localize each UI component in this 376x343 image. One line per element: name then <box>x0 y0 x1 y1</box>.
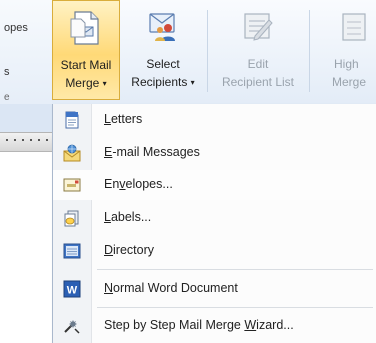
start-mail-merge-icon <box>70 11 99 45</box>
wizard-icon <box>64 320 80 334</box>
document-page <box>0 152 56 343</box>
email-icon <box>63 144 81 162</box>
menu-item-label: Step by Step Mail Merge Wizard... <box>104 318 294 332</box>
select-recipients-label-2: Recipients ▾ <box>131 75 195 89</box>
highlight-merge-fields-icon <box>342 13 366 41</box>
envelope-icon <box>63 178 81 192</box>
start-mail-merge-menu: Letters E-mail Messages Envelopes... Lab… <box>52 104 376 343</box>
menu-separator <box>97 307 373 308</box>
labels-fragment-label[interactable]: s <box>4 66 10 78</box>
menu-item-label: E-mail Messages <box>104 145 200 159</box>
letter-document-icon <box>65 111 79 129</box>
edit-recipient-list-label-1: Edit <box>247 57 269 71</box>
select-recipients-label-1: Select <box>146 57 180 71</box>
menu-item-letters[interactable]: Letters <box>53 105 376 135</box>
menu-item-label: Directory <box>104 243 155 257</box>
menu-item-normal-word-document[interactable]: W Normal Word Document <box>53 274 376 304</box>
start-mail-merge-label-2: Merge ▾ <box>65 76 107 90</box>
menu-item-label: Envelopes... <box>104 177 173 191</box>
highlight-merge-fields-button[interactable]: High Merge <box>314 0 376 100</box>
edit-recipient-list-icon <box>244 13 273 41</box>
chevron-down-icon: ▾ <box>102 79 107 88</box>
left-ribbon-fragment: opes s e <box>0 0 53 104</box>
group-fragment-label: e <box>4 92 10 103</box>
highlight-merge-fields-label-2: Merge <box>332 75 367 89</box>
ribbon-separator <box>207 10 208 92</box>
menu-item-label: Letters <box>104 112 143 126</box>
menu-item-email-messages[interactable]: E-mail Messages <box>53 138 376 168</box>
menu-item-mail-merge-wizard[interactable]: Step by Step Mail Merge Wizard... <box>53 311 376 341</box>
menu-item-labels[interactable]: Labels... <box>53 203 376 233</box>
highlight-merge-fields-label-1: High <box>334 57 359 71</box>
directory-icon <box>63 243 81 259</box>
menu-item-label: Labels... <box>104 210 152 224</box>
menu-separator <box>97 269 373 270</box>
svg-text:W: W <box>67 285 78 297</box>
menu-item-label: Normal Word Document <box>104 281 238 295</box>
edit-recipient-list-label-2: Recipient List <box>221 75 295 89</box>
ruler <box>0 132 56 152</box>
envelopes-fragment-label[interactable]: opes <box>4 22 28 34</box>
labels-icon <box>64 210 79 227</box>
menu-item-envelopes[interactable]: Envelopes... <box>53 170 376 200</box>
select-recipients-button[interactable]: Select Recipients ▾ <box>122 0 204 100</box>
ribbon-separator <box>309 10 310 92</box>
start-mail-merge-label-1: Start Mail <box>60 58 112 72</box>
menu-item-directory[interactable]: Directory <box>53 236 376 266</box>
select-recipients-icon <box>149 13 175 41</box>
word-document-icon: W <box>63 280 81 298</box>
edit-recipient-list-button[interactable]: Edit Recipient List <box>210 0 306 100</box>
mailings-ribbon: Start Mail Merge ▾ Select Recipients ▾ E… <box>52 0 376 105</box>
chevron-down-icon: ▾ <box>190 78 195 87</box>
start-mail-merge-button[interactable]: Start Mail Merge ▾ <box>52 0 120 100</box>
